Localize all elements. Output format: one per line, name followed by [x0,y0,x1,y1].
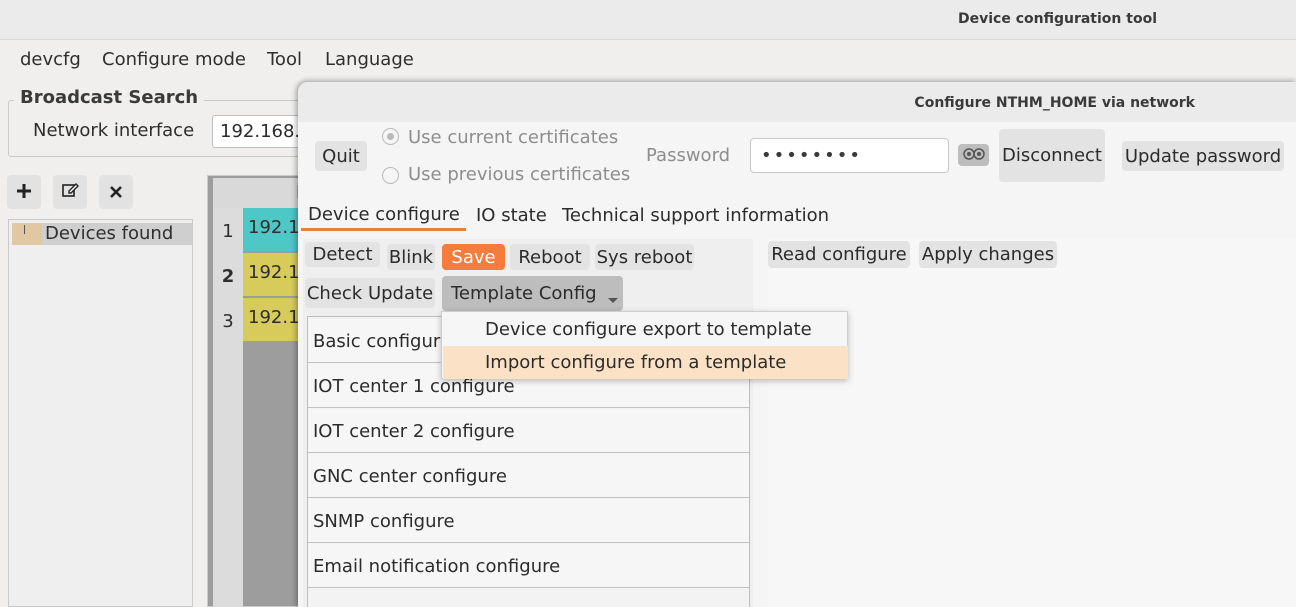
chevron-down-icon [607,289,619,310]
remove-device-button[interactable] [99,175,133,209]
radio-previous-certificates[interactable] [382,167,399,184]
detect-button[interactable]: Detect [305,242,380,267]
tree-root-label: Devices found [45,223,174,244]
eye-icon [962,145,986,166]
config-item-iot-center-2[interactable]: IOT center 2 configure [308,409,749,453]
menu-item-export-template[interactable]: Device configure export to template [443,313,848,346]
close-icon [109,180,123,204]
sys-reboot-button[interactable]: Sys reboot [595,244,694,270]
tab-technical-support[interactable]: Technical support information [562,205,829,226]
template-config-label: Template Config [451,283,597,304]
dialog-title: Configure NTHM_HOME via network [914,95,1195,111]
device-tree[interactable] [8,219,193,607]
add-device-button[interactable] [7,175,41,209]
menu-devcfg[interactable]: devcfg [20,49,81,70]
table-header: I [213,178,307,208]
disconnect-button[interactable]: Disconnect [999,129,1105,182]
radio-current-certificates[interactable] [382,128,399,145]
broadcast-search-legend: Broadcast Search [14,87,205,108]
config-item-snmp[interactable]: SNMP configure [308,499,749,543]
check-update-button[interactable]: Check Update [305,278,435,308]
tree-branch-tick [24,225,25,234]
tab-device-configure[interactable]: Device configure [308,204,460,225]
blink-button[interactable]: Blink [387,244,435,270]
edit-device-button[interactable] [53,175,87,209]
config-item-gnc-center[interactable]: GNC center configure [308,454,749,498]
tab-io-state[interactable]: IO state [476,205,547,226]
password-label: Password [646,145,731,166]
table-row-number: 1 [222,221,234,242]
radio-previous-certificates-label: Use previous certificates [408,164,631,185]
update-password-button[interactable]: Update password [1122,141,1284,171]
configure-detail-pane [768,239,1296,607]
reboot-button[interactable]: Reboot [510,244,590,270]
config-item-email-notification[interactable]: Email notification configure [308,544,749,588]
menu-language[interactable]: Language [325,49,414,70]
menu-tool[interactable]: Tool [267,49,302,70]
plus-icon [16,180,32,204]
quit-button[interactable]: Quit [315,141,367,171]
apply-changes-button[interactable]: Apply changes [919,241,1057,268]
show-password-button[interactable] [958,144,989,166]
menu-configure-mode[interactable]: Configure mode [102,49,246,70]
network-interface-input[interactable] [212,115,312,148]
menubar: devcfg Configure mode Tool Language [0,40,1296,82]
radio-current-certificates-label: Use current certificates [408,127,619,148]
network-interface-label: Network interface [33,120,195,141]
menu-item-import-template[interactable]: Import configure from a template [443,346,848,379]
password-input[interactable] [750,138,949,173]
table-row-number: 2 [221,266,235,287]
save-button[interactable]: Save [442,244,505,270]
read-configure-button[interactable]: Read configure [768,241,910,268]
table-row-number: 3 [222,311,234,332]
template-config-dropdown[interactable]: Template Config [442,276,623,311]
active-tab-indicator [301,228,466,231]
edit-icon [61,180,79,204]
template-config-menu: Device configure export to template Impo… [441,311,848,379]
tree-branch-marker [12,223,42,245]
main-window-title: Device configuration tool [958,11,1157,27]
